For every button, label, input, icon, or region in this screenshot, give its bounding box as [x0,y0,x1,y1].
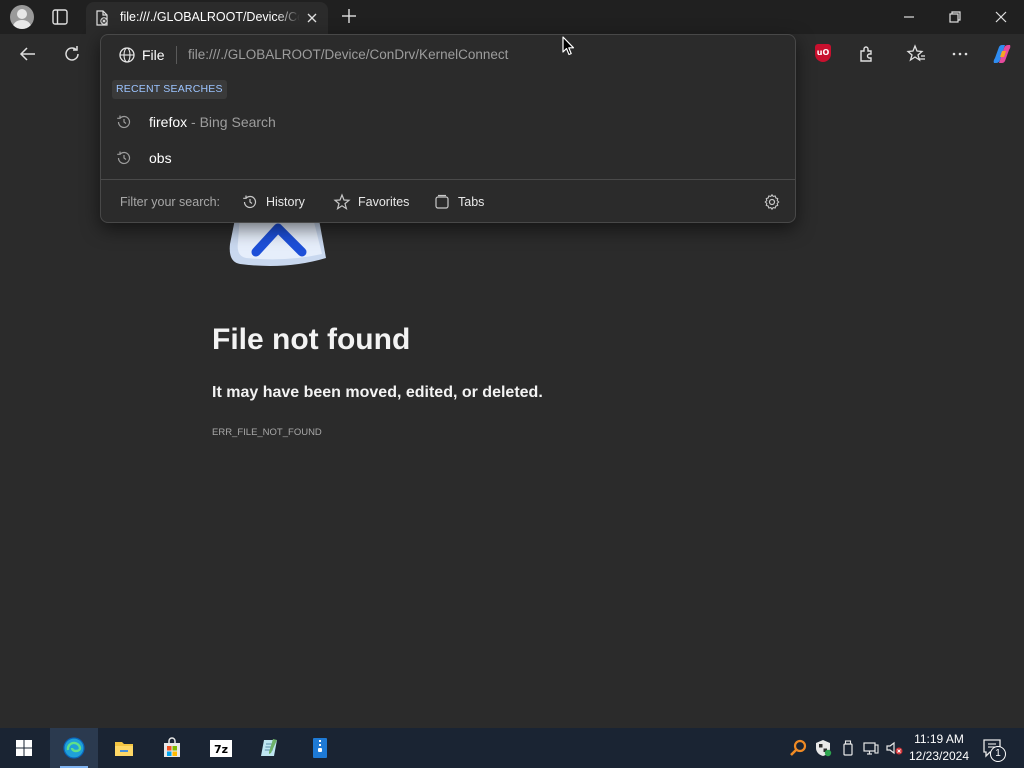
error-code: ERR_FILE_NOT_FOUND [212,427,322,438]
suggestion-item[interactable]: obs [101,141,795,175]
taskbar-archive[interactable] [296,728,344,768]
history-icon [115,149,133,167]
notepad-icon [261,739,277,756]
tab-actions-icon[interactable] [48,5,72,29]
tab-strip: file:///./GLOBALROOT/Device/ConDrv/Kerne… [0,0,1024,34]
profile-avatar[interactable] [10,5,34,29]
filter-tabs-label: Tabs [458,195,485,209]
more-options-icon[interactable] [948,42,972,66]
network-icon[interactable] [861,738,881,758]
taskbar: 7z 11:19 AM 12/23/2024 1 [0,728,1024,768]
usb-device-icon[interactable] [838,738,858,758]
history-icon [243,195,257,209]
favorites-star-icon[interactable] [904,42,928,66]
archive-icon [313,738,327,758]
star-icon [333,193,351,210]
suggestion-item[interactable]: firefox - Bing Search [101,105,795,139]
file-explorer-icon [115,742,133,756]
search-tool-icon[interactable] [788,738,808,758]
history-icon [115,113,133,131]
tab-title: file:///./GLOBALROOT/Device/ConDrv/Kerne… [120,10,300,24]
divider [101,179,795,180]
suggestion-text: obs [149,150,172,166]
taskbar-file-explorer[interactable] [100,728,148,768]
file-error-icon [94,10,110,26]
new-tab-icon[interactable] [338,5,360,27]
7zip-icon: 7z [210,740,232,757]
suggestion-source: - Bing Search [187,114,276,130]
start-button[interactable] [0,728,48,768]
filter-label: Filter your search: [120,195,221,209]
separator [176,46,177,64]
restore-icon[interactable] [944,6,966,28]
address-input[interactable]: file:///./GLOBALROOT/Device/ConDrv/Kerne… [188,47,508,62]
store-icon [164,737,180,757]
suggestion-text: firefox [149,114,188,130]
filter-favorites-button[interactable]: Favorites [333,189,413,215]
filter-favorites-label: Favorites [358,195,410,209]
address-bar-dropdown: File file:///./GLOBALROOT/Device/ConDrv/… [100,34,796,223]
clock-date[interactable]: 12/23/2024 [906,749,972,763]
globe-icon [118,46,136,64]
recent-searches-heading: RECENT SEARCHES [112,80,227,99]
svg-text:7z: 7z [214,743,228,756]
back-arrow-icon[interactable] [16,42,40,66]
notification-count-badge: 1 [990,746,1006,762]
error-title: File not found [212,323,411,356]
filter-tabs-button[interactable]: Tabs [433,189,493,215]
gear-icon[interactable] [763,193,781,211]
volume-muted-icon[interactable] [884,738,904,758]
filter-history-label: History [266,195,305,209]
scheme-label[interactable]: File [142,47,165,63]
taskbar-7zip[interactable]: 7z [197,728,245,768]
minimize-icon[interactable] [898,6,920,28]
security-shield-icon[interactable] [813,738,833,758]
edge-icon [63,737,85,759]
mouse-cursor-icon [562,36,576,56]
error-subtitle: It may have been moved, edited, or delet… [212,384,543,401]
extensions-icon[interactable] [855,42,879,66]
taskbar-edge[interactable] [50,728,98,768]
start-icon [16,740,32,756]
taskbar-store[interactable] [148,728,196,768]
window-close-icon[interactable] [990,6,1012,28]
filter-history-button[interactable]: History [241,189,311,215]
tabs-icon [435,194,449,209]
taskbar-notepad[interactable] [246,728,294,768]
clock-time[interactable]: 11:19 AM [906,732,972,746]
refresh-icon[interactable] [60,42,84,66]
tab-active[interactable]: file:///./GLOBALROOT/Device/ConDrv/Kerne… [86,2,328,34]
ublock-origin-icon[interactable]: uO [815,44,831,62]
copilot-icon[interactable] [990,42,1014,66]
tab-close-icon[interactable] [304,10,320,26]
